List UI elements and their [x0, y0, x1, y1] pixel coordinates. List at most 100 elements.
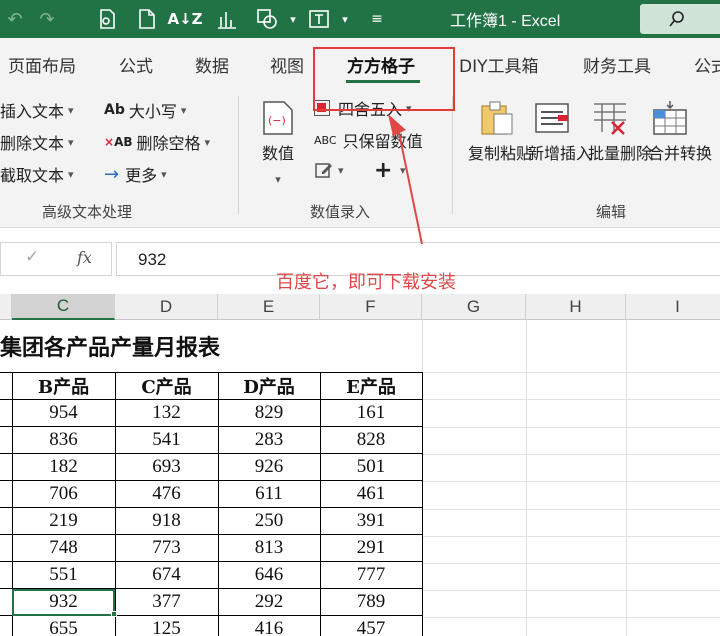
tab-view[interactable]: 视图: [270, 52, 304, 77]
table-cell[interactable]: [0, 372, 13, 400]
column-header-b[interactable]: [0, 294, 12, 320]
table-cell[interactable]: 476: [114, 480, 219, 508]
fx-icon[interactable]: fx: [77, 248, 92, 267]
copy-paste-button[interactable]: 复制粘贴: [468, 142, 532, 166]
merge-button[interactable]: 合并转换: [648, 142, 712, 166]
check-icon[interactable]: ✓: [25, 247, 39, 267]
tab-formulas-2[interactable]: 公式: [694, 52, 720, 77]
case-button[interactable]: Ab 大小写 ▾: [104, 98, 186, 122]
table-cell[interactable]: 828: [319, 426, 423, 454]
insert-button[interactable]: 新增插入: [528, 142, 592, 166]
table-cell[interactable]: 693: [114, 453, 219, 481]
tab-data[interactable]: 数据: [195, 52, 229, 77]
table-cell[interactable]: [0, 453, 13, 481]
column-header-e[interactable]: E: [218, 294, 320, 320]
fill-handle[interactable]: [111, 611, 117, 617]
bar-chart-icon[interactable]: [214, 6, 240, 32]
table-cell[interactable]: [0, 588, 13, 616]
grid-line: [422, 590, 720, 591]
table-cell[interactable]: 125: [114, 615, 219, 636]
sheet-title[interactable]: 集团各产品产量月报表: [0, 330, 220, 362]
table-cell[interactable]: 829: [217, 399, 321, 427]
shapes-dropdown-icon[interactable]: ▾: [280, 6, 306, 32]
table-cell[interactable]: 748: [11, 534, 116, 562]
column-header-h[interactable]: H: [526, 294, 626, 320]
table-cell[interactable]: 813: [217, 534, 321, 562]
tab-formulas[interactable]: 公式: [119, 52, 153, 77]
table-header-cell[interactable]: B产品: [11, 372, 116, 400]
table-cell[interactable]: 551: [11, 561, 116, 589]
table-cell[interactable]: 655: [11, 615, 116, 636]
column-header-f[interactable]: F: [320, 294, 422, 320]
search-box[interactable]: [640, 4, 720, 34]
table-cell[interactable]: 836: [11, 426, 116, 454]
extract-text-button[interactable]: 截取文本 ▾: [0, 162, 74, 186]
table-cell[interactable]: 416: [217, 615, 321, 636]
text-box-dropdown-icon[interactable]: ▾: [332, 6, 358, 32]
table-cell[interactable]: 954: [11, 399, 116, 427]
table-header-cell[interactable]: D产品: [217, 372, 321, 400]
table-cell[interactable]: [0, 399, 13, 427]
table-cell[interactable]: 250: [217, 507, 321, 535]
column-header-d[interactable]: D: [115, 294, 218, 320]
group-label-edit: 编辑: [596, 203, 627, 221]
column-header-i[interactable]: I: [626, 294, 720, 320]
table-cell[interactable]: 461: [319, 480, 423, 508]
table-cell[interactable]: [0, 561, 13, 589]
column-header-c[interactable]: C: [12, 294, 115, 320]
customize-qat-icon[interactable]: ≡: [364, 6, 390, 32]
table-header-cell[interactable]: E产品: [319, 372, 423, 400]
table-cell[interactable]: [0, 534, 13, 562]
redo-icon[interactable]: ↷: [34, 6, 60, 32]
tab-finance-tools[interactable]: 财务工具: [583, 52, 651, 77]
tab-page-layout[interactable]: 页面布局: [8, 52, 76, 77]
edit-dropdown-button[interactable]: ▾: [314, 160, 344, 180]
table-cell[interactable]: 777: [319, 561, 423, 589]
table-cell[interactable]: 182: [11, 453, 116, 481]
table-cell[interactable]: 219: [11, 507, 116, 535]
more-label: 更多: [125, 166, 158, 185]
table-cell[interactable]: 132: [114, 399, 219, 427]
table-cell[interactable]: 646: [217, 561, 321, 589]
insert-text-button[interactable]: 插入文本 ▾: [0, 98, 74, 122]
table-cell[interactable]: 292: [217, 588, 321, 616]
table-cell[interactable]: 283: [217, 426, 321, 454]
table-cell[interactable]: 918: [114, 507, 219, 535]
remove-spaces-button[interactable]: ×AB 删除空格 ▾: [104, 130, 210, 154]
annotation-arrow: [388, 114, 423, 245]
table-cell[interactable]: [0, 480, 13, 508]
value-button[interactable]: 数值 ▾: [262, 142, 294, 192]
column-header-g[interactable]: G: [422, 294, 526, 320]
merge-label: 合并转换: [648, 144, 713, 163]
table-cell[interactable]: [0, 615, 13, 636]
table-cell[interactable]: 161: [319, 399, 423, 427]
table-header-cell[interactable]: C产品: [114, 372, 219, 400]
table-cell[interactable]: [0, 426, 13, 454]
copy-paste-icon: [476, 98, 516, 142]
table-cell[interactable]: 377: [114, 588, 219, 616]
table-cell[interactable]: [0, 507, 13, 535]
batch-delete-button[interactable]: 批量删除: [588, 142, 652, 166]
sort-az-icon[interactable]: A↓Z: [167, 6, 202, 32]
table-cell[interactable]: 789: [319, 588, 423, 616]
table-cell[interactable]: 611: [217, 480, 321, 508]
table-cell[interactable]: 391: [319, 507, 423, 535]
new-document-icon[interactable]: [134, 6, 160, 32]
table-cell[interactable]: 501: [319, 453, 423, 481]
table-cell[interactable]: 773: [114, 534, 219, 562]
undo-icon[interactable]: ↶: [2, 6, 28, 32]
selected-cell[interactable]: 932: [11, 588, 116, 616]
text-box-icon[interactable]: [306, 6, 332, 32]
chevron-down-icon: ▾: [204, 135, 211, 149]
print-preview-icon[interactable]: [94, 6, 120, 32]
table-cell[interactable]: 541: [114, 426, 219, 454]
shapes-icon[interactable]: [254, 6, 280, 32]
table-cell[interactable]: 457: [319, 615, 423, 636]
table-cell[interactable]: 674: [114, 561, 219, 589]
tab-diy-toolbox[interactable]: DIY工具箱: [459, 52, 539, 77]
table-cell[interactable]: 291: [319, 534, 423, 562]
table-cell[interactable]: 706: [11, 480, 116, 508]
delete-text-button[interactable]: 删除文本 ▾: [0, 130, 74, 154]
table-cell[interactable]: 926: [217, 453, 321, 481]
more-button[interactable]: → 更多 ▾: [104, 162, 167, 186]
